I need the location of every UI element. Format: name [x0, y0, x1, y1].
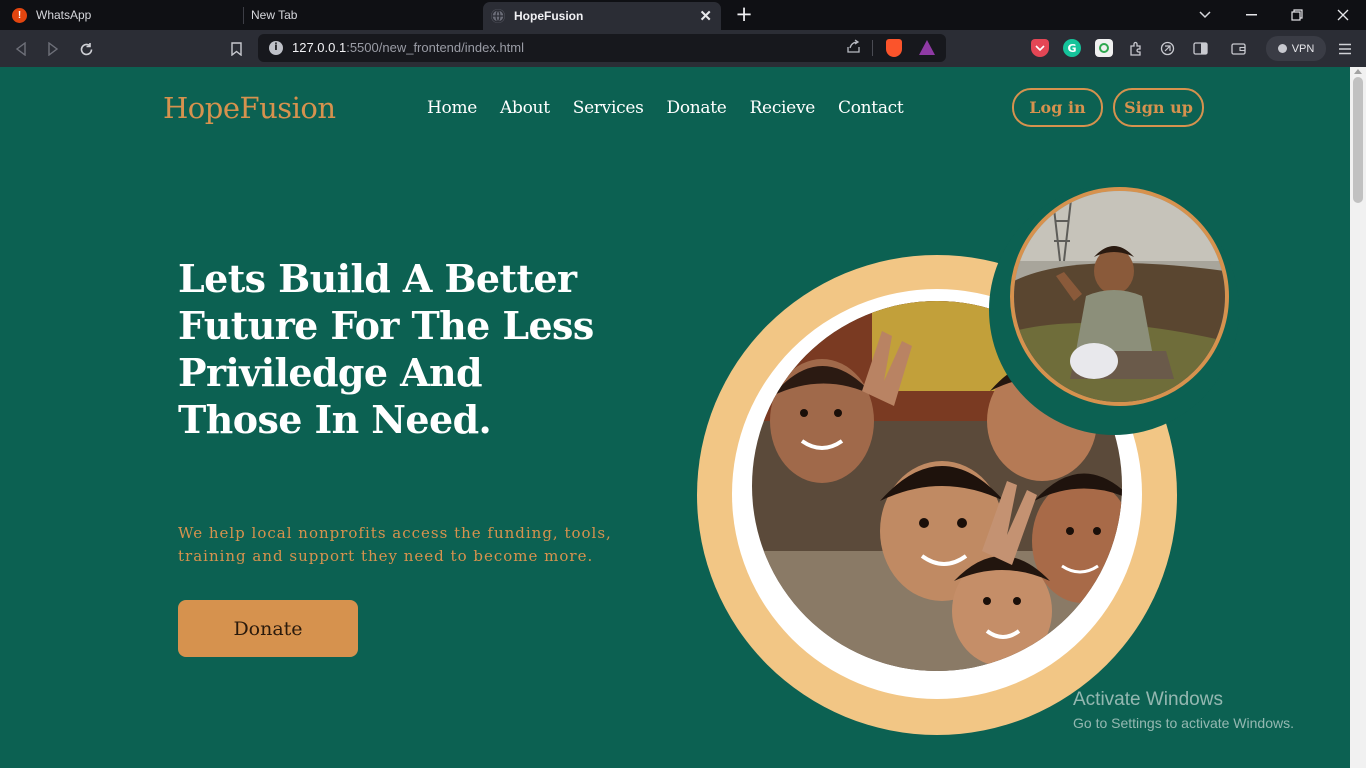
close-window-icon[interactable] — [1320, 0, 1366, 30]
tab-title: WhatsApp — [36, 8, 92, 22]
extensions-puzzle-icon[interactable] — [1126, 39, 1144, 57]
back-icon[interactable] — [10, 38, 32, 60]
hero-child-photo — [1010, 187, 1229, 406]
page-viewport: HopeFusion Home About Services Donate Re… — [0, 67, 1350, 768]
nav-donate[interactable]: Donate — [667, 98, 727, 118]
minimize-window-icon[interactable] — [1228, 0, 1274, 30]
image-extension-icon[interactable] — [1095, 39, 1113, 57]
pocket-extension-icon[interactable] — [1031, 39, 1049, 57]
vpn-button[interactable]: VPN — [1266, 36, 1326, 61]
sidebar-toggle-icon[interactable] — [1191, 39, 1209, 57]
whatsapp-notification-icon: ! — [12, 7, 27, 23]
bookmark-icon[interactable] — [225, 38, 247, 60]
menu-hamburger-icon[interactable] — [1334, 38, 1356, 60]
nav-home[interactable]: Home — [427, 98, 477, 118]
restore-window-icon[interactable] — [1274, 0, 1320, 30]
signup-button[interactable]: Sign up — [1113, 88, 1204, 127]
new-tab-plus-icon[interactable]: + — [733, 2, 755, 26]
reload-icon[interactable] — [75, 38, 97, 60]
nav-contact[interactable]: Contact — [838, 98, 904, 118]
hero-title: Lets Build A Better Future For The Less … — [178, 256, 594, 442]
vpn-status-icon — [1277, 44, 1287, 53]
tab-whatsapp[interactable]: ! WhatsApp — [12, 0, 242, 30]
nav-about[interactable]: About — [500, 98, 550, 118]
browser-toolbar: i 127.0.0.1:5500/new_frontend/index.html… — [0, 30, 1366, 67]
grammarly-extension-icon[interactable]: G — [1063, 39, 1081, 57]
brave-rewards-icon[interactable] — [919, 40, 935, 55]
donate-button[interactable]: Donate — [178, 600, 358, 657]
leo-ai-icon[interactable] — [1158, 39, 1176, 57]
nav-recieve[interactable]: Recieve — [750, 98, 816, 118]
main-navigation: Home About Services Donate Recieve Conta… — [427, 98, 904, 118]
nav-services[interactable]: Services — [573, 98, 644, 118]
windows-activation-title: Activate Windows — [1073, 689, 1223, 710]
forward-icon[interactable] — [42, 38, 64, 60]
login-button[interactable]: Log in — [1012, 88, 1103, 127]
wallet-icon[interactable] — [1229, 39, 1247, 57]
address-divider — [872, 40, 873, 56]
scroll-up-arrow-icon[interactable] — [1354, 69, 1362, 74]
browser-tab-bar: ! WhatsApp New Tab HopeFusion ✕ + — [0, 0, 1366, 30]
address-url[interactable]: 127.0.0.1:5500/new_frontend/index.html — [292, 40, 524, 55]
close-tab-icon[interactable]: ✕ — [699, 7, 712, 25]
site-info-icon[interactable]: i — [269, 41, 283, 55]
tab-title: New Tab — [251, 8, 298, 22]
page-scrollbar[interactable] — [1350, 67, 1366, 768]
windows-activation-subtitle: Go to Settings to activate Windows. — [1073, 715, 1294, 731]
share-icon[interactable] — [846, 39, 861, 58]
tab-new-tab[interactable]: New Tab — [251, 0, 481, 30]
globe-icon — [491, 9, 505, 23]
hero-subtitle: We help local nonprofits access the fund… — [178, 524, 612, 565]
tab-title: HopeFusion — [514, 9, 584, 23]
tab-search-chevron-icon[interactable] — [1182, 0, 1228, 30]
vpn-label: VPN — [1291, 42, 1315, 55]
tab-hopefusion[interactable]: HopeFusion ✕ — [483, 2, 721, 30]
scrollbar-thumb[interactable] — [1353, 77, 1363, 203]
address-bar[interactable]: i 127.0.0.1:5500/new_frontend/index.html — [258, 34, 946, 62]
tab-separator — [243, 7, 244, 24]
brave-shields-icon[interactable] — [886, 39, 902, 57]
site-logo[interactable]: HopeFusion — [163, 91, 336, 125]
